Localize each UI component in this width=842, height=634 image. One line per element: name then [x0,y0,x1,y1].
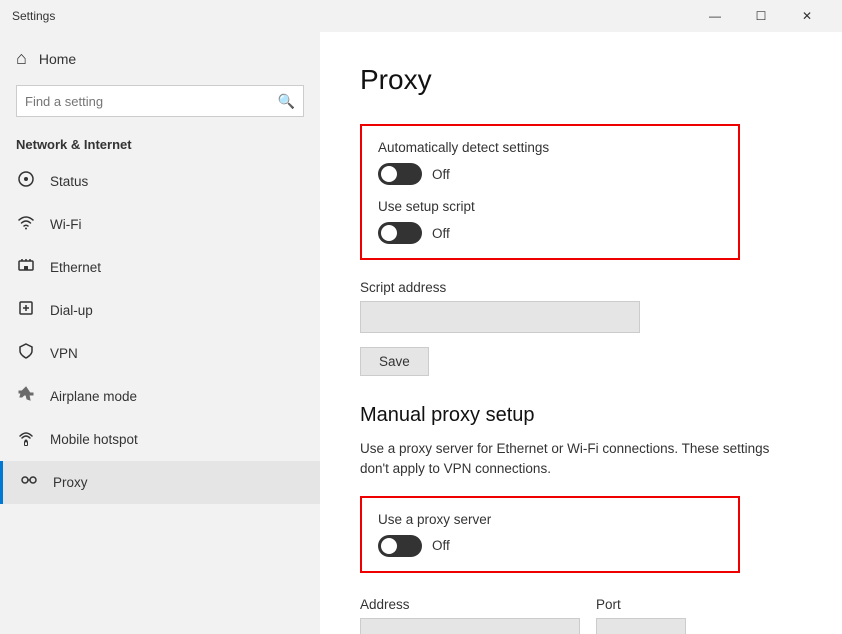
use-proxy-box: Use a proxy server Off [360,496,740,573]
sidebar-item-status[interactable]: Status [0,160,320,203]
app-body: ⌂ Home 🔍 Network & Internet Status [0,32,842,634]
script-address-label: Script address [360,280,802,295]
maximize-button[interactable]: ☐ [738,0,784,32]
address-port-row: Address Port [360,597,802,634]
use-proxy-state: Off [432,538,450,553]
hotspot-icon [16,428,36,451]
save-button[interactable]: Save [360,347,429,376]
toggle-track [378,535,422,557]
search-icon: 🔍 [278,93,295,110]
sidebar-item-label: Wi-Fi [50,217,81,232]
wifi-icon [16,213,36,236]
address-input[interactable] [360,618,580,634]
vpn-icon [16,342,36,365]
sidebar-item-proxy[interactable]: Proxy [0,461,320,504]
address-label: Address [360,597,580,612]
sidebar-item-label: Mobile hotspot [50,432,138,447]
sidebar-item-label: Airplane mode [50,389,137,404]
use-proxy-label: Use a proxy server [378,512,722,527]
port-label: Port [596,597,686,612]
port-input[interactable] [596,618,686,634]
auto-detect-state: Off [432,167,450,182]
toggle-thumb [381,538,397,554]
setup-script-toggle[interactable] [378,222,422,244]
setup-script-row: Off [378,222,722,244]
sidebar-item-wifi[interactable]: Wi-Fi [0,203,320,246]
sidebar-item-vpn[interactable]: VPN [0,332,320,375]
sidebar-item-hotspot[interactable]: Mobile hotspot [0,418,320,461]
sidebar-item-dialup[interactable]: Dial-up [0,289,320,332]
sidebar-section-title: Network & Internet [0,125,320,160]
sidebar-item-label: Proxy [53,475,88,490]
sidebar-item-label: VPN [50,346,78,361]
auto-proxy-box: Automatically detect settings Off Use se… [360,124,740,260]
toggle-track [378,163,422,185]
search-input[interactable] [25,94,278,109]
sidebar-item-label: Status [50,174,88,189]
toggle-thumb [381,166,397,182]
sidebar-item-label: Ethernet [50,260,101,275]
sidebar-item-airplane[interactable]: Airplane mode [0,375,320,418]
address-field-group: Address [360,597,580,634]
ethernet-icon [16,256,36,279]
setup-script-label: Use setup script [378,199,722,214]
manual-section-title: Manual proxy setup [360,404,802,427]
proxy-icon [19,471,39,494]
port-field-group: Port [596,597,686,634]
minimize-button[interactable]: — [692,0,738,32]
setup-script-state: Off [432,226,450,241]
use-proxy-toggle[interactable] [378,535,422,557]
auto-detect-label: Automatically detect settings [378,140,722,155]
close-button[interactable]: ✕ [784,0,830,32]
sidebar-item-label: Dial-up [50,303,93,318]
auto-detect-row: Off [378,163,722,185]
auto-detect-toggle[interactable] [378,163,422,185]
use-proxy-row: Off [378,535,722,557]
titlebar-title: Settings [12,9,692,23]
manual-description: Use a proxy server for Ethernet or Wi-Fi… [360,439,802,480]
dialup-icon [16,299,36,322]
sidebar: ⌂ Home 🔍 Network & Internet Status [0,32,320,634]
home-label: Home [39,51,76,67]
status-icon [16,170,36,193]
toggle-track [378,222,422,244]
titlebar-controls: — ☐ ✕ [692,0,830,32]
page-title: Proxy [360,64,802,96]
sidebar-item-ethernet[interactable]: Ethernet [0,246,320,289]
titlebar: Settings — ☐ ✕ [0,0,842,32]
airplane-icon [16,385,36,408]
home-icon: ⌂ [16,48,27,69]
script-address-input[interactable] [360,301,640,333]
sidebar-item-home[interactable]: ⌂ Home [0,40,320,77]
content-area: Proxy Automatically detect settings Off … [320,32,842,634]
search-box: 🔍 [16,85,304,117]
toggle-thumb [381,225,397,241]
